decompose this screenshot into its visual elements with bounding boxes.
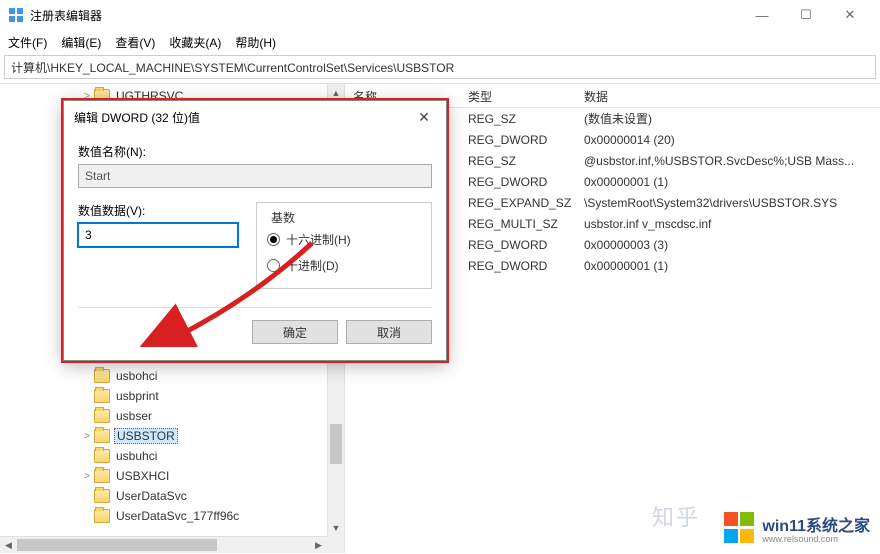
tree-label: USBSTOR	[114, 428, 178, 444]
cell-type: REG_MULTI_SZ	[460, 217, 576, 231]
tree-label: USBXHCI	[114, 469, 171, 483]
brand-logo-icon	[724, 512, 756, 544]
cell-type: REG_SZ	[460, 112, 576, 126]
cell-data: \SystemRoot\System32\drivers\USBSTOR.SYS	[576, 196, 880, 210]
tree-label: UserDataSvc	[114, 489, 189, 503]
value-data-label: 数值数据(V):	[78, 202, 238, 219]
tree-row[interactable]: UserDataSvc	[0, 486, 344, 506]
radio-icon	[267, 233, 280, 246]
menu-file[interactable]: 文件(F)	[8, 34, 47, 51]
scroll-right-icon[interactable]: ▶	[310, 537, 327, 553]
cell-data: (数值未设置)	[576, 110, 880, 127]
brand-url: www.relsound.com	[762, 534, 870, 544]
ok-button[interactable]: 确定	[252, 320, 338, 344]
edit-dword-dialog: 编辑 DWORD (32 位)值 ✕ 数值名称(N): 数值数据(V): 基数 …	[63, 100, 447, 361]
menubar: 文件(F) 编辑(E) 查看(V) 收藏夹(A) 帮助(H)	[0, 30, 880, 54]
cell-type: REG_DWORD	[460, 259, 576, 273]
col-header-type[interactable]: 类型	[460, 84, 576, 107]
folder-icon	[94, 489, 110, 503]
tree-row[interactable]: usbser	[0, 406, 344, 426]
cell-type: REG_DWORD	[460, 238, 576, 252]
scroll-down-icon[interactable]: ▼	[328, 519, 344, 536]
folder-icon	[94, 409, 110, 423]
tree-row[interactable]: > USBXHCI	[0, 466, 344, 486]
tree-expand-icon[interactable]: >	[80, 471, 94, 482]
cell-data: 0x00000003 (3)	[576, 238, 880, 252]
tree-row[interactable]: usbprint	[0, 386, 344, 406]
radio-icon	[267, 259, 280, 272]
scroll-corner	[327, 536, 344, 553]
regedit-icon	[8, 7, 24, 23]
cell-data: 0x00000014 (20)	[576, 133, 880, 147]
tree-row[interactable]: > USBSTOR	[0, 426, 344, 446]
dialog-title-text: 编辑 DWORD (32 位)值	[74, 109, 200, 126]
folder-icon	[94, 449, 110, 463]
radix-dec-label: 十进制(D)	[286, 257, 339, 274]
tree-row[interactable]: usbohci	[0, 366, 344, 386]
folder-icon	[94, 389, 110, 403]
menu-edit[interactable]: 编辑(E)	[61, 34, 101, 51]
folder-icon	[94, 429, 110, 443]
tree-scroll-thumb[interactable]	[330, 424, 342, 464]
tree-row[interactable]: UserDataSvc_177ff96c	[0, 506, 344, 526]
cell-data: usbstor.inf v_mscdsc.inf	[576, 217, 880, 231]
maximize-button[interactable]: ☐	[784, 0, 828, 30]
address-bar[interactable]: 计算机\HKEY_LOCAL_MACHINE\SYSTEM\CurrentCon…	[4, 55, 876, 79]
col-header-data[interactable]: 数据	[576, 84, 880, 107]
dialog-close-button[interactable]: ✕	[412, 109, 436, 126]
radix-hex-label: 十六进制(H)	[286, 231, 351, 248]
window-controls: — ☐ ✕	[740, 0, 872, 30]
tree-label: usbser	[114, 409, 154, 423]
cell-type: REG_DWORD	[460, 175, 576, 189]
cell-type: REG_DWORD	[460, 133, 576, 147]
cell-data: 0x00000001 (1)	[576, 259, 880, 273]
cell-data: 0x00000001 (1)	[576, 175, 880, 189]
tree-row[interactable]: usbuhci	[0, 446, 344, 466]
folder-icon	[94, 369, 110, 383]
radix-legend: 基数	[267, 209, 299, 226]
tree-label: UserDataSvc_177ff96c	[114, 509, 241, 523]
radix-fieldset: 基数 十六进制(H) 十进制(D)	[256, 202, 432, 289]
tree-label: usbohci	[114, 369, 159, 383]
tree-hscroll-thumb[interactable]	[17, 539, 217, 551]
window-title: 注册表编辑器	[30, 7, 102, 24]
scroll-up-icon[interactable]: ▲	[328, 84, 344, 101]
titlebar: 注册表编辑器 — ☐ ✕	[0, 0, 880, 30]
value-data-input[interactable]	[78, 223, 238, 247]
value-name-input[interactable]	[78, 164, 432, 188]
watermark-zhihu: 知乎	[652, 500, 700, 532]
brand-text: win11系统之家	[762, 518, 870, 535]
tree-expand-icon[interactable]: >	[80, 431, 94, 442]
tree-label: usbprint	[114, 389, 161, 403]
folder-icon	[94, 469, 110, 483]
address-text: 计算机\HKEY_LOCAL_MACHINE\SYSTEM\CurrentCon…	[11, 59, 454, 76]
menu-view[interactable]: 查看(V)	[115, 34, 155, 51]
tree-label: usbuhci	[114, 449, 159, 463]
folder-icon	[94, 509, 110, 523]
minimize-button[interactable]: —	[740, 0, 784, 30]
value-name-label: 数值名称(N):	[78, 143, 432, 160]
menu-favorites[interactable]: 收藏夹(A)	[169, 34, 221, 51]
tree-hscrollbar[interactable]: ◀ ▶	[0, 536, 327, 553]
cell-type: REG_SZ	[460, 154, 576, 168]
cell-data: @usbstor.inf,%USBSTOR.SvcDesc%;USB Mass.…	[576, 154, 880, 168]
close-button[interactable]: ✕	[828, 0, 872, 30]
radix-hex-option[interactable]: 十六进制(H)	[267, 226, 421, 252]
watermark-brand: win11系统之家 www.relsound.com	[724, 512, 870, 544]
menu-help[interactable]: 帮助(H)	[235, 34, 276, 51]
cancel-button[interactable]: 取消	[346, 320, 432, 344]
scroll-left-icon[interactable]: ◀	[0, 537, 17, 553]
cell-type: REG_EXPAND_SZ	[460, 196, 576, 210]
dialog-titlebar[interactable]: 编辑 DWORD (32 位)值 ✕	[64, 101, 446, 133]
radix-dec-option[interactable]: 十进制(D)	[267, 252, 421, 278]
